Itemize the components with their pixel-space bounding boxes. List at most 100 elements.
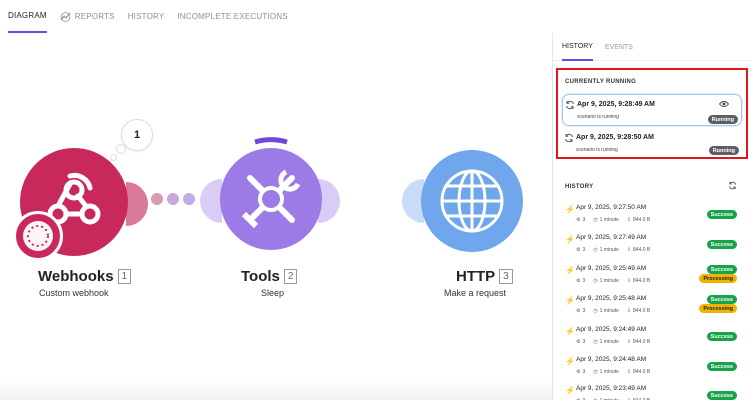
reports-icon <box>60 11 71 22</box>
lightning-icon: ⚡ <box>565 327 575 336</box>
history-item[interactable]: ⚡ Apr 9, 2025, 9:25:48 AM ⚙ 3 ◷ 1 minute ⇩ 844.… <box>553 292 750 322</box>
operations-value: ⚙3 <box>576 339 586 345</box>
tools-icon <box>241 169 301 229</box>
history-meta: ⚙3 ◷1 minute ⇩844.0 B <box>576 247 650 253</box>
tools-name: Tools 2 <box>241 268 298 285</box>
webhooks-number: 1 <box>117 269 132 284</box>
top-tab-bar: DIAGRAM REPORTS HISTORY INCOMPLETE EXECU… <box>0 0 550 33</box>
lightning-icon: ⚡ <box>565 266 575 275</box>
tab-history[interactable]: HISTORY <box>128 0 165 33</box>
history-meta: ⚙3 ◷1 minute ⇩844.0 B <box>576 217 650 223</box>
size-value: ⇩844.0 B <box>626 278 651 284</box>
size-icon: ⇩ <box>626 217 632 223</box>
tools-title: Tools <box>241 268 280 285</box>
status-badge: Success <box>706 332 737 341</box>
history-title: HISTORY <box>565 184 594 190</box>
operations-value: ⚙3 <box>576 217 586 223</box>
duration-value: ◷1 minute <box>593 278 619 284</box>
history-item[interactable]: ⚡ Apr 9, 2025, 9:25:49 AM ⚙ 3 ◷ 1 minute ⇩ 844.… <box>553 262 750 292</box>
duration-icon: ◷ <box>593 278 598 284</box>
history-time: Apr 9, 2025, 9:24:48 AM <box>576 356 647 363</box>
duration-icon: ◷ <box>593 247 598 253</box>
panel-tab-bar: HISTORY EVENTS <box>553 33 750 61</box>
tab-diagram[interactable]: DIAGRAM <box>8 0 47 33</box>
tab-reports[interactable]: REPORTS <box>60 0 115 33</box>
diagram-canvas[interactable]: 1 Webhooks 1 Custom webhook Tools 2 Sleep <box>0 33 552 400</box>
duration-value: ◷1 minute <box>593 339 619 345</box>
execution-panel: HISTORY EVENTS CURRENTLY RUNNING Apr 9, … <box>552 33 750 400</box>
operations-icon: ⚙ <box>576 247 581 253</box>
history-time: Apr 9, 2025, 9:27:49 AM <box>576 234 647 241</box>
http-module[interactable] <box>421 150 523 252</box>
http-subtitle: Make a request <box>444 288 507 298</box>
size-icon: ⇩ <box>626 247 632 253</box>
currently-running-section: CURRENTLY RUNNING Apr 9, 2025, 9:28:49 A… <box>556 68 748 159</box>
webhooks-subtitle: Custom webhook <box>39 288 109 298</box>
history-item[interactable]: ⚡Apr 9, 2025, 9:23:49 AM⚙3◷1 minute⇩844.… <box>553 382 750 400</box>
currently-running-title: CURRENTLY RUNNING <box>565 79 637 85</box>
operations-icon: ⚙ <box>576 278 581 284</box>
tools-progress-arc <box>254 137 288 145</box>
tab-diagram-label: DIAGRAM <box>8 11 47 20</box>
eye-icon[interactable] <box>719 100 729 108</box>
size-icon: ⇩ <box>626 278 632 284</box>
connector-dot <box>151 193 163 205</box>
operations-count-bubble[interactable]: 1 <box>121 119 153 151</box>
lightning-icon: ⚡ <box>565 386 575 395</box>
status-badge: Success <box>706 240 737 249</box>
running-subtitle: scenario is running <box>576 147 618 153</box>
history-meta: ⚙3 ◷1 minute ⇩844.0 B <box>576 339 650 345</box>
tab-history-label: HISTORY <box>127 12 165 21</box>
history-time: Apr 9, 2025, 9:25:48 AM <box>576 295 647 302</box>
connector-dot <box>183 193 195 205</box>
history-item[interactable]: ⚡ Apr 9, 2025, 9:24:48 AM ⚙ 3 ◷ 1 minute ⇩ 844.… <box>553 353 750 383</box>
webhooks-title: Webhooks <box>38 268 114 285</box>
size-value: ⇩844.0 B <box>626 308 651 314</box>
operations-value: ⚙3 <box>576 369 586 375</box>
webhooks-name: Webhooks 1 <box>38 268 132 285</box>
http-number: 3 <box>499 269 513 284</box>
operations-value: ⚙3 <box>576 308 586 314</box>
lightning-icon: ⚡ <box>565 357 575 366</box>
refresh-icon[interactable] <box>728 181 737 190</box>
tab-reports-label: REPORTS <box>74 12 115 21</box>
sync-icon <box>566 100 574 110</box>
lightning-icon: ⚡ <box>565 205 575 214</box>
http-name: HTTP 3 <box>456 268 513 285</box>
history-meta: ⚙3 ◷1 minute ⇩844.0 B <box>576 308 650 314</box>
running-execution[interactable]: Apr 9, 2025, 9:28:49 AM scenario is runn… <box>562 94 742 126</box>
history-item[interactable]: ⚡ Apr 9, 2025, 9:24:49 AM ⚙ 3 ◷ 1 minute ⇩ 844.… <box>553 323 750 353</box>
operations-icon: ⚙ <box>576 339 581 345</box>
status-badge: Success <box>706 391 737 400</box>
history-item[interactable]: ⚡ Apr 9, 2025, 9:27:49 AM ⚙ 3 ◷ 1 minute ⇩ 844.… <box>553 231 750 261</box>
sync-icon <box>565 133 573 143</box>
connector-dot <box>167 193 179 205</box>
status-badge: Processing <box>699 274 737 283</box>
tools-number: 2 <box>283 269 298 284</box>
duration-icon: ◷ <box>593 217 598 223</box>
duration-value: ◷1 minute <box>593 217 619 223</box>
duration-value: ◷1 minute <box>593 247 619 253</box>
duration-icon: ◷ <box>593 339 598 345</box>
size-value: ⇩844.0 B <box>626 369 651 375</box>
lightning-icon: ⚡ <box>565 296 575 305</box>
duration-icon: ◷ <box>593 308 598 314</box>
duration-value: ◷1 minute <box>593 308 619 314</box>
history-time: Apr 9, 2025, 9:25:49 AM <box>576 265 647 272</box>
globe-icon <box>440 169 504 233</box>
history-item[interactable]: ⚡ Apr 9, 2025, 9:27:50 AM ⚙ 3 ◷ 1 minute ⇩ 844.… <box>553 201 750 231</box>
panel-tab-history[interactable]: HISTORY <box>562 33 593 61</box>
panel-tab-events[interactable]: EVENTS <box>605 33 633 61</box>
tools-module[interactable] <box>220 148 322 250</box>
status-badge: Success <box>706 265 737 274</box>
operations-icon: ⚙ <box>576 217 581 223</box>
webhooks-trigger-badge[interactable] <box>13 211 63 261</box>
operations-value: ⚙3 <box>576 247 586 253</box>
tab-incomplete-executions[interactable]: INCOMPLETE EXECUTIONS <box>177 0 287 33</box>
running-execution[interactable]: Apr 9, 2025, 9:28:50 AM scenario is runn… <box>562 128 742 160</box>
status-badge: Success <box>706 295 737 304</box>
running-subtitle: scenario is running <box>577 114 619 120</box>
running-time: Apr 9, 2025, 9:28:49 AM <box>577 101 655 108</box>
status-badge: Processing <box>699 304 737 313</box>
bubble-tail-dot <box>110 154 117 161</box>
